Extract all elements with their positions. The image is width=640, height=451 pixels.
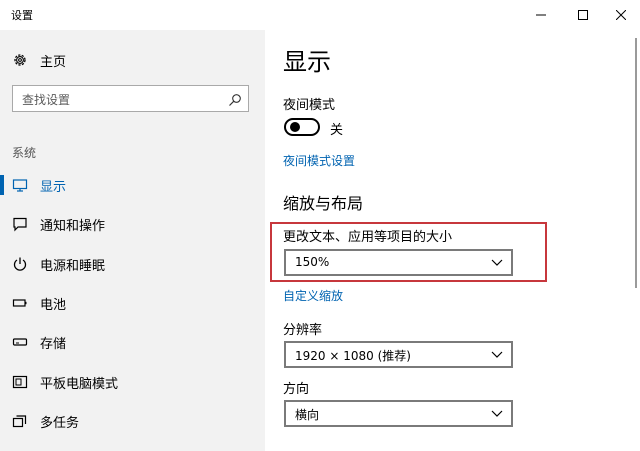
sidebar-item-multitasking[interactable]: 多任务 [0,403,265,439]
scrollbar[interactable] [633,30,640,451]
orientation-label: 方向 [283,382,310,397]
chevron-down-icon [491,259,503,266]
section-label-system: 系统 [12,146,37,160]
multitask-icon [12,413,28,429]
night-mode-label: 夜间模式 [283,98,336,113]
home-label: 主页 [40,54,67,70]
search-box[interactable]: 查找设置 [12,85,249,112]
scale-dropdown[interactable]: 150% [284,249,513,276]
power-icon [12,256,28,272]
gear-icon [12,52,28,68]
monitor-icon [12,177,28,193]
night-mode-state: 关 [330,123,344,138]
window-title: 设置 [11,9,33,22]
resolution-dropdown[interactable]: 1920 × 1080 (推荐) [284,341,513,368]
sidebar-item-tablet-mode[interactable]: 平板电脑模式 [0,364,265,400]
minimize-icon [536,14,546,16]
custom-scaling-link[interactable]: 自定义缩放 [283,287,343,304]
sidebar-item-display[interactable]: 显示 [0,167,265,203]
toggle-knob [290,122,300,132]
sidebar-item-label: 电源和睡眠 [40,258,106,274]
night-mode-toggle[interactable] [284,118,320,136]
sidebar-item-label: 显示 [40,179,67,195]
storage-icon [12,334,28,350]
night-mode-settings-link[interactable]: 夜间模式设置 [283,152,355,169]
close-button[interactable] [602,0,640,30]
close-icon [616,10,626,20]
page-title: 显示 [283,48,331,76]
sidebar-item-notifications[interactable]: 通知和操作 [0,206,265,242]
sidebar-item-label: 通知和操作 [40,218,106,234]
scale-value: 150% [295,255,330,269]
sidebar-item-storage[interactable]: 存储 [0,324,265,360]
search-input[interactable]: 查找设置 [22,91,70,108]
active-indicator [0,175,4,195]
home-link[interactable]: 主页 [12,50,66,70]
sidebar-item-power[interactable]: 电源和睡眠 [0,246,265,282]
minimize-button[interactable] [518,0,564,30]
battery-icon [12,295,28,311]
sidebar-item-label: 电池 [40,297,67,313]
maximize-button[interactable] [560,0,606,30]
chevron-down-icon [491,351,503,358]
chevron-down-icon [491,410,503,417]
resolution-label: 分辨率 [283,323,323,338]
search-icon[interactable] [228,92,242,106]
orientation-value: 横向 [295,408,320,422]
sidebar-item-label: 多任务 [40,415,80,431]
scale-label: 更改文本、应用等项目的大小 [283,230,453,245]
main-panel: 显示 夜间模式 关 夜间模式设置 缩放与布局 更改文本、应用等项目的大小 150… [265,30,640,451]
scale-layout-heading: 缩放与布局 [283,194,364,213]
sidebar: 主页 查找设置 系统 显示 通知和操作 电源和睡眠 电池 存储 平板电脑模式 多… [0,30,265,451]
sidebar-item-label: 平板电脑模式 [40,376,119,392]
tablet-icon [12,374,28,390]
sidebar-item-battery[interactable]: 电池 [0,285,265,321]
orientation-dropdown[interactable]: 横向 [284,400,513,427]
resolution-value: 1920 × 1080 (推荐) [295,349,411,363]
sidebar-item-label: 存储 [40,336,67,352]
scrollbar-thumb[interactable] [635,38,637,288]
title-bar: 设置 [0,0,640,30]
maximize-icon [578,10,588,20]
notification-icon [12,216,28,232]
